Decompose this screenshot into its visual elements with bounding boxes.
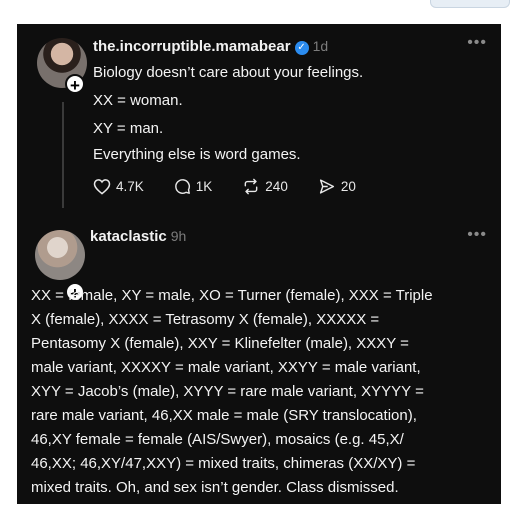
thread-panel: + the.incorruptible.mamabear ✓ 1d ••• Biol… xyxy=(17,24,501,504)
post-text-line: mixed traits. Oh, and sex isn’t gender. … xyxy=(31,479,399,496)
follow-plus-icon[interactable]: + xyxy=(65,74,85,95)
username-link[interactable]: the.incorruptible.mamabear xyxy=(93,38,291,55)
more-options-icon[interactable]: ••• xyxy=(467,34,487,52)
post-text-line: X (female), XXXX = Tetrasomy X (female),… xyxy=(31,311,380,328)
reply-count: 1K xyxy=(195,179,213,194)
post-text-line: XX = woman. xyxy=(93,92,183,109)
username-row: kataclastic 9h xyxy=(90,228,186,245)
background-ui-edge xyxy=(430,0,510,8)
post-actions: 4.7K 1K 240 20 xyxy=(93,178,386,195)
like-button[interactable]: 4.7K xyxy=(93,178,144,195)
repost-button[interactable]: 240 xyxy=(242,178,288,195)
post-text-line: XX = female, XY = male, XO = Turner (fem… xyxy=(31,287,433,304)
post-time: 9h xyxy=(170,228,187,244)
reply-button[interactable]: 1K xyxy=(174,178,213,195)
post-text-line: XY = man. xyxy=(93,120,164,137)
repost-icon xyxy=(244,178,258,195)
post-text: XX = female, XY = male, XO = Turner (fem… xyxy=(31,284,495,500)
post: + the.incorruptible.mamabear ✓ 1d ••• Biol… xyxy=(17,24,501,214)
share-button[interactable]: 20 xyxy=(318,178,356,195)
avatar[interactable] xyxy=(35,230,85,280)
post-text-line: Everything else is word games. xyxy=(93,146,301,163)
post-text-line: 46,XY female = female (AIS/Swyer), mosai… xyxy=(31,431,404,448)
post-text-line: XYY = Jacob’s (male), XYYY = rare male v… xyxy=(31,383,424,400)
thread-connector-line xyxy=(62,102,64,208)
post-text-line: Pentasomy X (female), XXY = Klinefelter … xyxy=(31,335,409,352)
post-text-line: male variant, XXXXY = male variant, XXYY… xyxy=(31,359,421,376)
more-options-icon[interactable]: ••• xyxy=(467,226,487,244)
post-text-line: rare male variant, 46,XX male = male (SR… xyxy=(31,407,417,424)
username-link[interactable]: kataclastic xyxy=(90,228,167,245)
send-icon xyxy=(319,179,334,194)
repost-count: 240 xyxy=(265,179,288,194)
share-count: 20 xyxy=(340,179,356,194)
username-row: the.incorruptible.mamabear ✓ 1d xyxy=(93,38,328,55)
heart-icon xyxy=(93,179,111,195)
post: + kataclastic 9h ••• XX = female, XY = ma… xyxy=(17,214,501,504)
verified-badge-icon: ✓ xyxy=(294,41,309,55)
comment-icon xyxy=(174,179,190,194)
post-time: 1d xyxy=(312,38,329,54)
like-count: 4.7K xyxy=(116,179,144,194)
post-text-line: Biology doesn’t care about your feelings… xyxy=(93,64,364,81)
post-text-line: 46,XX; 46,XY/47,XXY) = mixed traits, chi… xyxy=(31,455,416,472)
